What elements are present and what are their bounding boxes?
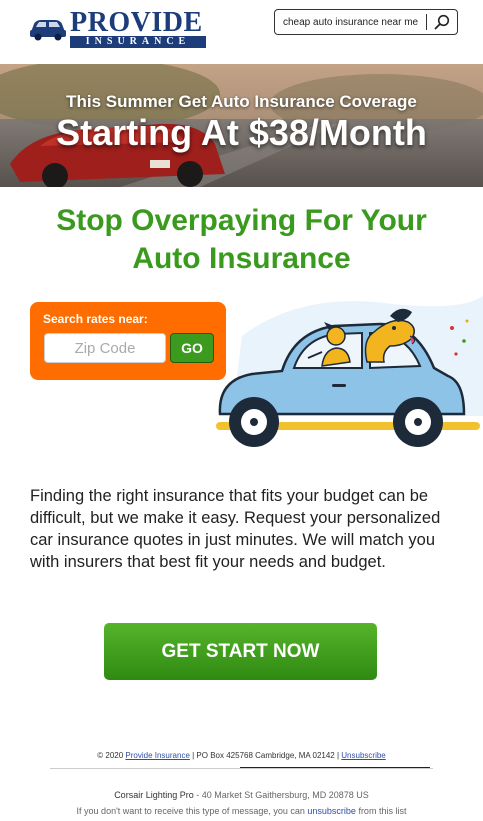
intro-paragraph: Finding the right insurance that fits yo… xyxy=(30,487,441,571)
optout-notice: If you don't want to receive this type o… xyxy=(0,806,483,816)
footer-divider xyxy=(50,768,433,769)
footer-legal: © 2020 Provide Insurance | PO Box 425768… xyxy=(0,751,483,760)
po-box-text: | PO Box 425768 Cambridge, MA 02142 | xyxy=(192,751,340,760)
hero-tagline: This Summer Get Auto Insurance Coverage xyxy=(66,92,417,111)
main-headline: Stop Overpaying For Your Auto Insurance xyxy=(56,204,427,275)
rates-label: Search rates near: xyxy=(43,312,148,326)
header: PROVIDE INSURANCE cheap auto insurance n… xyxy=(0,0,483,62)
go-button[interactable]: GO xyxy=(170,333,214,363)
copyright-text: © 2020 xyxy=(97,751,124,760)
search-box: cheap auto insurance near me xyxy=(274,9,458,35)
footer-divider-dark xyxy=(240,767,430,768)
optout-suffix: from this list xyxy=(355,806,407,816)
provide-insurance-logo[interactable]: PROVIDE INSURANCE xyxy=(28,8,208,48)
optout-prefix: If you don't want to receive this type o… xyxy=(76,806,308,816)
search-button[interactable] xyxy=(427,10,457,34)
unsubscribe-link[interactable]: Unsubscribe xyxy=(341,751,385,760)
rates-search-form: Search rates near: GO xyxy=(30,302,226,380)
car-with-dogs-illustration xyxy=(216,296,483,447)
sender-name: Corsair Lighting Pro xyxy=(114,790,194,800)
search-input[interactable]: cheap auto insurance near me xyxy=(275,17,426,28)
sender-address: Corsair Lighting Pro - 40 Market St Gait… xyxy=(0,790,483,800)
list-unsubscribe-link[interactable]: unsubscribe xyxy=(307,806,356,816)
sender-street: - 40 Market St Gaithersburg, MD 20878 US xyxy=(193,790,369,800)
brand-subtitle: INSURANCE xyxy=(70,36,206,48)
hero-banner[interactable]: This Summer Get Auto Insurance Coverage … xyxy=(0,64,483,187)
search-icon xyxy=(434,14,450,30)
brand-name: PROVIDE xyxy=(70,7,203,38)
get-started-button[interactable]: GET START NOW xyxy=(104,623,377,680)
car-logo-icon xyxy=(30,20,66,41)
hero-price: Starting At $38/Month xyxy=(56,112,427,153)
brand-link[interactable]: Provide Insurance xyxy=(125,751,189,760)
zip-code-input[interactable] xyxy=(44,333,166,363)
